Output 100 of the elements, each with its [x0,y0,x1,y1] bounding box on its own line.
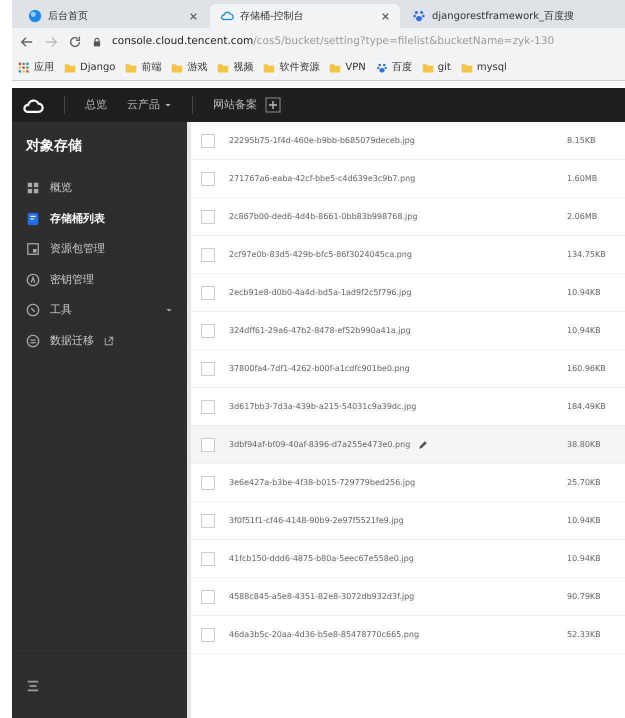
file-size: 8.15KB [567,134,597,146]
circle-icon [26,303,40,318]
folder-icon [125,62,138,74]
nav-link[interactable]: 总览 [85,96,107,114]
reload-icon[interactable] [68,34,82,48]
file-name[interactable]: 324dff61-29a6-47b2-8478-ef52b990a41a.jpg [229,324,411,336]
close-icon[interactable] [381,12,390,20]
file-name[interactable]: 271767a6-eaba-42cf-bbe5-c4d639e3c9b7.png [229,172,416,184]
bookmark[interactable]: VPN [329,60,366,75]
file-name[interactable]: 3d617bb3-7d3a-439b-a215-54031c9a39dc.jpg [229,400,416,412]
file-row[interactable]: 3dbf94af-bf09-40af-8396-d7a255e473e0.png 38.80KB [191,426,625,464]
checkbox[interactable] [201,172,215,186]
bookmark[interactable]: 百度 [376,60,412,75]
bookmark[interactable]: git [422,60,451,75]
file-name[interactable]: 37800fa4-7df1-4262-b00f-a1cdfc901be0.png [229,362,410,374]
close-icon[interactable] [189,12,198,20]
folder-icon [217,62,230,74]
browser-tab[interactable]: 存储桶-控制台 [210,4,400,28]
bookmark[interactable]: Django [64,60,116,75]
checkbox[interactable] [201,248,215,262]
file-name[interactable]: 3f0f51f1-cf46-4148-90b9-2e97f5521fe9.jpg [229,514,404,526]
forward-icon[interactable] [44,34,58,48]
file-size: 160.96KB [567,362,607,374]
file-size: 10.94KB [567,286,602,298]
checkbox[interactable] [201,210,215,224]
bookmark[interactable]: 软件资源 [263,60,320,75]
file-name[interactable]: 3dbf94af-bf09-40af-8396-d7a255e473e0.png [229,438,410,450]
file-name[interactable]: 2cf97e0b-83d5-429b-bfc5-86f3024045ca.png [229,248,412,260]
folder-icon [460,62,473,74]
file-size: 25.70KB [567,476,602,488]
file-row[interactable]: 271767a6-eaba-42cf-bbe5-c4d639e3c9b7.png 1.60MB [191,160,625,198]
file-size: 2.06MB [567,210,598,222]
file-row[interactable]: 2c867b00-ded6-4d4b-8661-0bb83b998768.jpg 2.06MB [191,198,625,236]
file-row[interactable]: 324dff61-29a6-47b2-8478-ef52b990a41a.jpg 10.94KB [191,312,625,350]
sidebar-item[interactable]: 密钥管理 [12,264,187,295]
file-row[interactable]: 4588c845-a5e8-4351-82e8-3072db932d3f.jpg 90.79KB [191,578,625,616]
file-row[interactable]: 22295b75-1f4d-460e-b9bb-b685079deceb.jpg 8.15KB [191,122,625,160]
sidebar-item[interactable]: 工具 [12,295,187,326]
sidebar-item[interactable]: 数据迁移 [12,326,187,356]
browser-tab[interactable]: djangorestframework_百度搜 [402,4,592,28]
file-size: 52.33KB [567,628,602,640]
checkbox[interactable] [201,552,215,566]
sidebar-item[interactable]: 概览 [12,173,187,204]
paw-icon [412,9,426,23]
file-size: 38.80KB [567,438,602,450]
file-name[interactable]: 3e6e427a-b3be-4f38-b015-729779bed256.jpg [229,476,416,488]
checkbox[interactable] [201,438,215,452]
lock-icon [92,36,102,48]
file-size: 184.49KB [567,400,607,412]
checkbox[interactable] [201,324,215,338]
checkbox[interactable] [201,400,215,414]
file-row[interactable]: 41fcb150-ddd6-4875-b80a-5eec67e558e0.jpg 10.94KB [191,540,625,578]
nav-link[interactable]: 云产品 [127,96,172,114]
file-row[interactable]: 3e6e427a-b3be-4f38-b015-729779bed256.jpg 25.70KB [191,464,625,502]
circle-icon [26,272,40,287]
file-size: 90.79KB [567,590,602,602]
file-size: 10.94KB [567,324,602,336]
file-row[interactable]: 37800fa4-7df1-4262-b00f-a1cdfc901be0.png 160.96KB [191,350,625,388]
bookmark[interactable]: 视频 [217,60,254,75]
bookmark[interactable]: 应用 [18,60,54,75]
paw-icon [376,62,388,74]
checkbox[interactable] [201,286,215,300]
checkbox[interactable] [201,514,215,528]
checkbox[interactable] [201,362,215,376]
file-size: 134.75KB [567,248,607,260]
back-icon[interactable] [20,34,34,48]
folder-icon [171,62,184,74]
file-size: 10.94KB [567,514,602,526]
bookmark[interactable]: mysql [460,60,507,75]
checkbox[interactable] [201,590,215,604]
file-name[interactable]: 2c867b00-ded6-4d4b-8661-0bb83b998768.jpg [229,210,418,222]
cloud-icon [220,9,234,23]
checkbox[interactable] [201,628,215,642]
file-size: 1.60MB [567,172,598,184]
file-row[interactable]: 2cf97e0b-83d5-429b-bfc5-86f3024045ca.png 134.75KB [191,236,625,274]
folder-icon [329,62,342,74]
checkbox[interactable] [201,134,215,148]
bookmark[interactable]: 前端 [125,60,162,75]
bookmark[interactable]: 游戏 [171,60,208,75]
grid-icon [26,181,40,196]
plus-icon[interactable] [265,97,281,113]
file-name[interactable]: 41fcb150-ddd6-4875-b80a-5eec67e558e0.jpg [229,552,414,564]
file-row[interactable]: 46da3b5c-20aa-4d36-b5e8-85478770c665.png 52.33KB [191,616,625,654]
sidebar-item[interactable]: 资源包管理 [12,234,187,264]
folder-icon [422,62,434,74]
file-row[interactable]: 2ecb91e8-d0b0-4a4d-bd5a-1ad9f2c5f796.jpg 10.94KB [191,274,625,312]
browser-tab[interactable]: 后台首页 [18,4,208,28]
circle-icon [26,334,40,348]
sidebar-item[interactable]: 存储桶列表 [12,204,187,234]
file-name[interactable]: 2ecb91e8-d0b0-4a4d-bd5a-1ad9f2c5f796.jpg [229,286,412,298]
sidebar-title: 对象存储 [24,137,83,156]
checkbox[interactable] [201,476,215,490]
file-row[interactable]: 3f0f51f1-cf46-4148-90b9-2e97f5521fe9.jpg 10.94KB [191,502,625,540]
pencil-icon[interactable] [418,440,428,450]
file-name[interactable]: 4588c845-a5e8-4351-82e8-3072db932d3f.jpg [229,590,414,602]
file-name[interactable]: 22295b75-1f4d-460e-b9bb-b685079deceb.jpg [229,134,415,146]
collapse-icon[interactable] [26,679,40,693]
file-name[interactable]: 46da3b5c-20aa-4d36-b5e8-85478770c665.png [229,628,420,640]
folder-icon [64,62,76,74]
apps-icon [18,62,30,74]
